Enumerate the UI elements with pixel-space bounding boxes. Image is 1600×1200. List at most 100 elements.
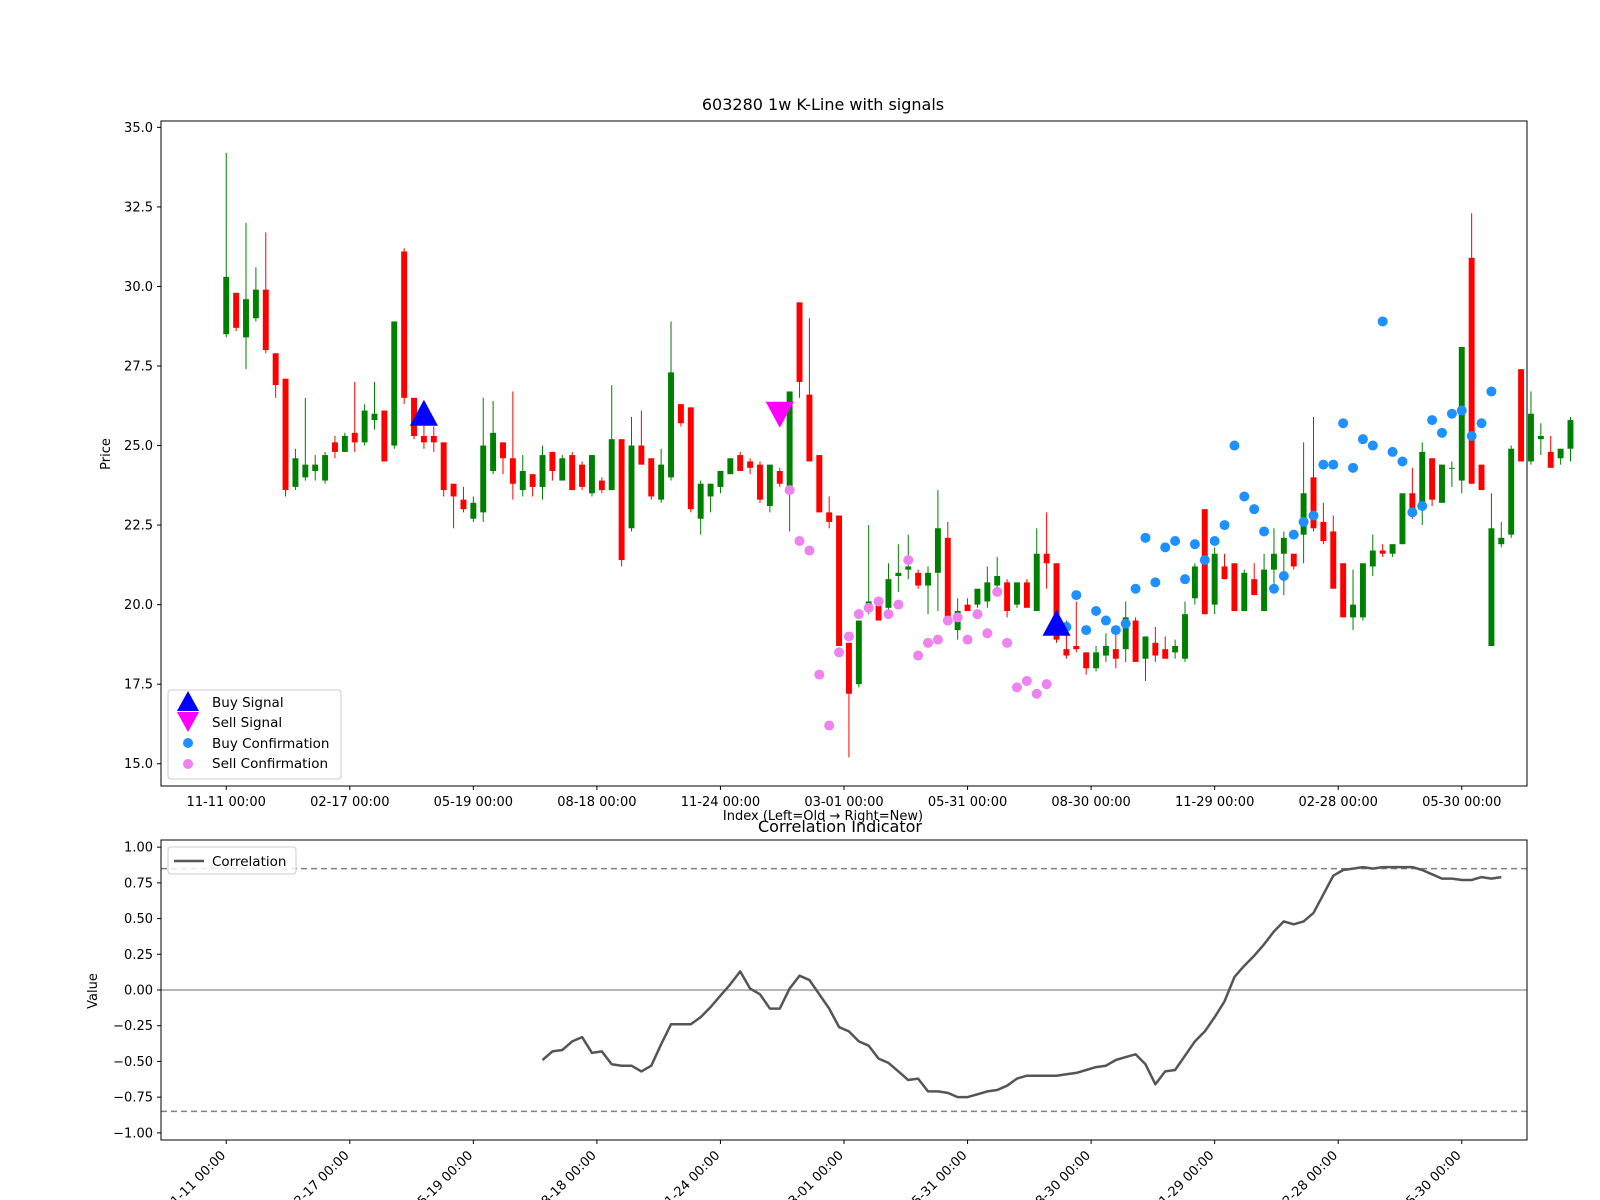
- candle-body: [559, 458, 566, 481]
- candle-body: [727, 458, 734, 475]
- candle: [1241, 569, 1248, 611]
- candle: [401, 248, 408, 405]
- candle: [1211, 547, 1218, 615]
- candle-body: [1350, 604, 1357, 618]
- buy-confirmation-point: [1486, 386, 1497, 397]
- candle-body: [292, 458, 299, 487]
- buy-confirmation-point: [1229, 440, 1240, 451]
- candle-body: [1102, 646, 1109, 656]
- candle-body: [766, 464, 773, 506]
- kline-x-tick-label: 11-24 00:00: [681, 795, 760, 810]
- candle-body: [1142, 636, 1149, 659]
- candle-body: [994, 576, 1001, 586]
- kline-y-tick-label: 35.0: [124, 121, 153, 136]
- sell-confirmation-point: [903, 555, 914, 566]
- sell-confirmation-point: [814, 669, 825, 680]
- buy-confirmation-point: [1160, 542, 1171, 553]
- sell-confirmation-point: [972, 609, 983, 620]
- candle-body: [1172, 646, 1179, 653]
- candle-body: [450, 483, 457, 497]
- candle: [757, 461, 763, 503]
- sell-confirmation-point: [893, 599, 904, 610]
- candle-body: [1014, 582, 1020, 605]
- correlation-y-tick-label: −0.50: [113, 1055, 153, 1070]
- candle-body: [391, 321, 398, 446]
- candle: [1132, 617, 1139, 662]
- sell-confirmation-point: [804, 545, 815, 556]
- sell-confirmation-point: [873, 596, 884, 607]
- candle-body: [697, 483, 704, 519]
- candle-body: [855, 620, 862, 685]
- sell-confirmation-point: [1021, 676, 1032, 686]
- candle: [579, 461, 586, 491]
- kline-x-tick-label: 11-29 00:00: [1175, 795, 1254, 810]
- candle: [569, 451, 576, 491]
- correlation-y-tick-label: 0.25: [124, 948, 153, 963]
- buy-confirmation-point: [1199, 555, 1210, 566]
- candle: [1518, 369, 1525, 462]
- buy-confirmation-point: [1249, 504, 1260, 515]
- candle-body: [1369, 550, 1376, 567]
- candle-body: [282, 378, 289, 491]
- sell-confirmation-point: [824, 720, 835, 731]
- candle-body: [658, 464, 665, 500]
- candle-body: [826, 512, 833, 522]
- candle: [588, 455, 595, 497]
- candle: [1231, 563, 1238, 611]
- buy-confirmation-point: [1120, 618, 1131, 629]
- candle: [322, 451, 329, 484]
- candle: [677, 404, 684, 427]
- candle: [727, 458, 734, 475]
- candle-body: [1537, 436, 1544, 440]
- candle-body: [223, 276, 230, 335]
- candle-body: [1310, 477, 1317, 529]
- kline-y-tick-label: 17.5: [124, 678, 153, 693]
- candle-body: [569, 455, 576, 491]
- buy-confirmation-point: [1140, 532, 1151, 543]
- correlation-title: Correlation Indicator: [758, 817, 922, 836]
- candle-body: [677, 404, 684, 424]
- buy-confirmation-point: [1427, 415, 1438, 426]
- candle-body: [598, 480, 605, 491]
- buy-confirmation-point: [1476, 418, 1487, 429]
- candle-body: [1567, 420, 1574, 449]
- candle-body: [331, 442, 338, 452]
- buy-confirmation-point: [1357, 434, 1368, 445]
- sell-confirmation-legend-icon: [183, 759, 193, 769]
- sell-confirmation-point: [962, 634, 973, 645]
- correlation-y-tick-label: 1.00: [124, 841, 153, 856]
- candle: [391, 321, 398, 449]
- kline-legend: Buy Signal Sell Signal Buy Confirmation …: [167, 689, 342, 780]
- candle: [1014, 582, 1020, 608]
- candle-body: [608, 439, 615, 491]
- correlation-y-tick-label: −1.00: [113, 1126, 153, 1141]
- candle-body: [628, 445, 635, 529]
- candle-body: [944, 537, 951, 624]
- candle-body: [480, 445, 487, 513]
- candle-body: [717, 471, 724, 487]
- candle-body: [371, 413, 378, 421]
- candle-body: [836, 515, 843, 646]
- candle-body: [1448, 467, 1455, 469]
- candle-body: [1399, 493, 1406, 545]
- correlation-y-tick-label: 0.00: [124, 984, 153, 999]
- candle: [381, 410, 388, 462]
- candle-body: [905, 566, 912, 570]
- candle-body: [816, 455, 823, 513]
- candle-body: [1023, 582, 1030, 608]
- buy-confirmation-point: [1189, 539, 1200, 550]
- candle-body: [915, 572, 922, 586]
- candle-body: [1063, 649, 1070, 656]
- buy-confirmation-point: [1466, 431, 1477, 441]
- kline-x-tick-label: 05-31 00:00: [928, 795, 1007, 810]
- candle-body: [1379, 550, 1386, 554]
- candle-body: [509, 458, 516, 484]
- candle-body: [1270, 553, 1277, 570]
- buy-confirmation-point: [1348, 462, 1359, 473]
- candle-body: [460, 499, 467, 510]
- candle-body: [1419, 451, 1426, 510]
- candle-body: [1409, 493, 1416, 510]
- buy-confirmation-point: [1338, 418, 1349, 429]
- sell-confirmation-point: [834, 647, 845, 658]
- candle-body: [1518, 369, 1525, 462]
